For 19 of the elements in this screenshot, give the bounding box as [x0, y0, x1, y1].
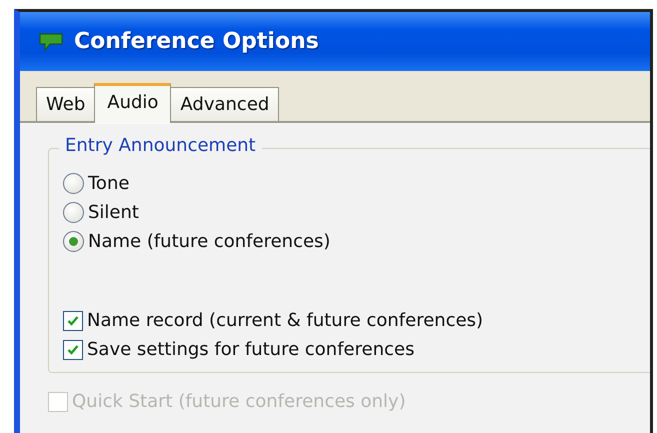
checkbox[interactable]: [63, 310, 83, 330]
checkbox-label: Save settings for future conferences: [87, 339, 414, 360]
radio-label: Name (future conferences): [88, 231, 330, 252]
checkbox-label: Name record (current & future conferences): [87, 310, 484, 331]
speech-bubble-icon: [38, 32, 64, 52]
checkbox[interactable]: [63, 340, 83, 360]
group-title: Entry Announcement: [59, 135, 262, 156]
tab[interactable]: Advanced: [170, 87, 280, 121]
radio-label: Silent: [88, 202, 139, 223]
checkbox-label: Quick Start (future conferences only): [72, 391, 406, 412]
radio-button[interactable]: [63, 202, 84, 223]
radio-button[interactable]: [63, 173, 84, 194]
window-title: Conference Options: [74, 29, 319, 54]
tab[interactable]: Audio: [94, 83, 172, 123]
checkmark-icon: [66, 342, 80, 356]
radio-label: Tone: [88, 173, 130, 194]
tab[interactable]: Web: [36, 87, 96, 121]
checkmark-icon: [66, 314, 80, 328]
radio-button[interactable]: [63, 231, 84, 252]
